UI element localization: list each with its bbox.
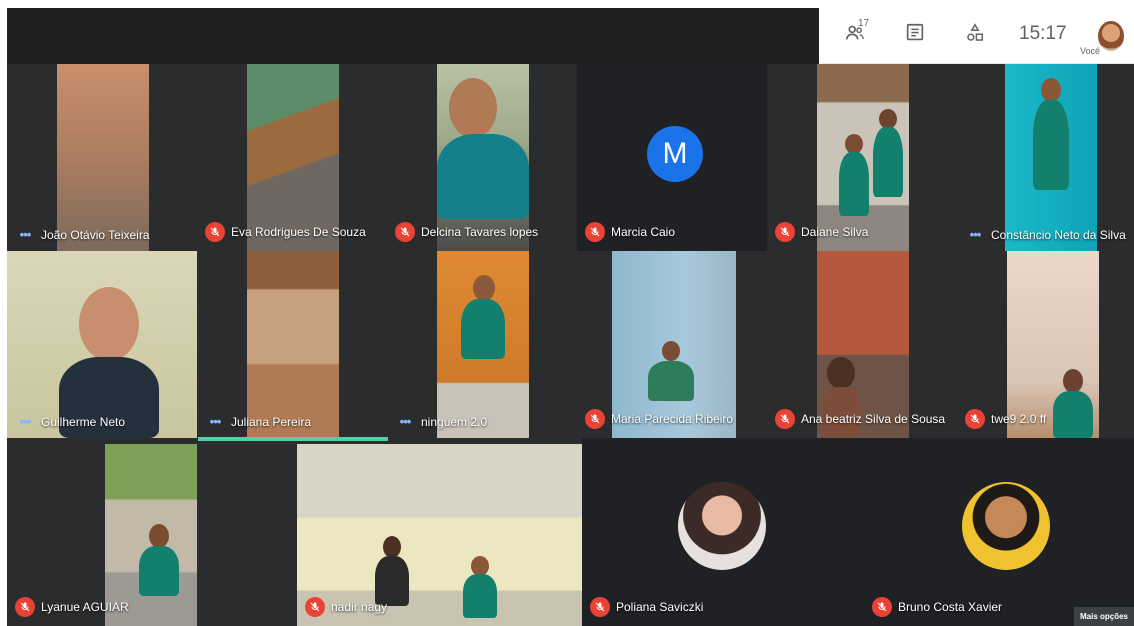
more-dots-icon[interactable]: •••: [395, 414, 415, 429]
participant-name: Marcia Caio: [611, 225, 676, 239]
participant-tile[interactable]: ••• ninguem 2.0: [387, 251, 577, 438]
participant-count: 17: [858, 18, 870, 29]
video-feed: [1005, 64, 1097, 251]
participant-name: Poliana Saviczki: [616, 600, 704, 614]
participant-tile[interactable]: Ana beatriz Silva de Sousa: [767, 251, 957, 438]
meeting-controls: 17 15:17 Você: [822, 8, 1134, 64]
video-grid: ••• João Otávio Teixeira Eva Rodrigues De…: [7, 64, 1134, 626]
participant-name: nadir nagy: [331, 600, 388, 614]
participant-tile[interactable]: Lyanue AGUIAR: [7, 438, 297, 626]
mic-off-icon: [775, 409, 795, 429]
mic-off-icon: [585, 222, 605, 242]
participant-name: Ana beatriz Silva de Sousa: [801, 412, 946, 426]
more-dots-icon[interactable]: •••: [205, 414, 225, 429]
video-feed: [57, 64, 149, 251]
more-dots-icon[interactable]: •••: [15, 227, 35, 242]
avatar: [678, 482, 766, 570]
more-dots-icon[interactable]: •••: [965, 227, 985, 242]
more-dots-icon[interactable]: •••: [15, 414, 35, 429]
mic-off-icon: [585, 409, 605, 429]
participant-tile[interactable]: ••• Constâncio Neto da Silva: [957, 64, 1134, 251]
participant-name: Juliana Pereira: [231, 414, 312, 429]
participant-tile[interactable]: M Marcia Caio: [577, 64, 767, 251]
participant-name: Guilherme Neto: [41, 414, 126, 429]
activities-icon: [964, 22, 986, 49]
mic-off-icon: [590, 597, 610, 617]
participant-tile[interactable]: ••• Guilherme Neto: [7, 251, 197, 438]
top-bar: [7, 8, 819, 64]
participant-tile[interactable]: ••• Juliana Pereira: [197, 251, 387, 438]
meeting-clock: 15:17: [1019, 23, 1067, 44]
participant-name: Maria Parecida Ribeiro: [611, 412, 734, 426]
self-view-label: Você: [1080, 46, 1101, 56]
video-feed: [7, 251, 197, 438]
participant-name: Lyanue AGUIAR: [41, 600, 129, 614]
people-button[interactable]: 17: [840, 18, 870, 50]
participant-name: ninguem 2.0: [421, 414, 488, 429]
participant-tile[interactable]: Delcina Tavares lopes: [387, 64, 577, 251]
participant-tile[interactable]: nadir nagy: [297, 438, 582, 626]
activities-button[interactable]: [960, 20, 990, 50]
mic-off-icon: [15, 597, 35, 617]
participant-tile[interactable]: ••• João Otávio Teixeira: [7, 64, 197, 251]
participant-name: Delcina Tavares lopes: [421, 225, 539, 239]
more-options-button[interactable]: Mais opções: [1073, 607, 1134, 626]
participant-name: Bruno Costa Xavier: [898, 600, 1003, 614]
chat-button[interactable]: [900, 20, 930, 50]
participant-tile[interactable]: Daiane Silva: [767, 64, 957, 251]
participant-tile[interactable]: Bruno Costa Xavier Mais opções: [864, 438, 1134, 626]
mic-off-icon: [205, 222, 225, 242]
avatar: M: [647, 126, 703, 182]
participant-name: twe9 2.0 ff: [991, 412, 1047, 426]
avatar: [962, 482, 1050, 570]
participant-name: Daiane Silva: [801, 225, 869, 239]
video-feed: [247, 251, 339, 438]
speaking-indicator: [198, 437, 388, 441]
participant-name: Eva Rodrigues De Souza: [231, 225, 366, 239]
mic-off-icon: [395, 222, 415, 242]
self-view-avatar[interactable]: [1098, 21, 1124, 51]
mic-off-icon: [305, 597, 325, 617]
participant-tile[interactable]: Eva Rodrigues De Souza: [197, 64, 387, 251]
chat-icon: [904, 22, 926, 49]
participant-tile[interactable]: Maria Parecida Ribeiro: [577, 251, 767, 438]
participant-tile[interactable]: twe9 2.0 ff: [957, 251, 1134, 438]
mic-off-icon: [965, 409, 985, 429]
participant-tile[interactable]: Poliana Saviczki: [582, 438, 864, 626]
participant-name: João Otávio Teixeira: [41, 227, 150, 242]
participant-name: Constâncio Neto da Silva: [991, 227, 1126, 242]
mic-off-icon: [872, 597, 892, 617]
mic-off-icon: [775, 222, 795, 242]
video-feed: [437, 251, 529, 438]
